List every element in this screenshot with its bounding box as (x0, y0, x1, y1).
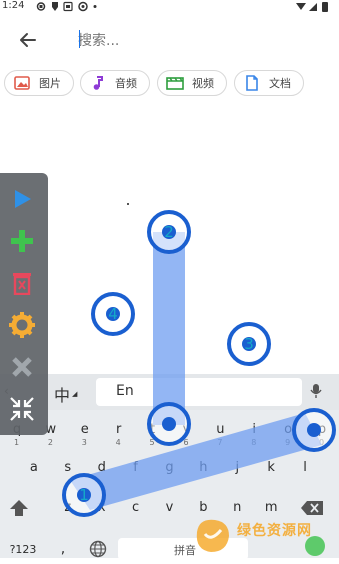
collapse-button[interactable] (6, 393, 38, 425)
lang-english-label: En (116, 383, 134, 399)
key-g[interactable]: g (153, 452, 187, 482)
document-icon (243, 74, 261, 92)
filter-chip-label: 文档 (269, 75, 291, 91)
search-bar (0, 22, 339, 62)
search-input[interactable] (78, 30, 278, 52)
play-icon (11, 188, 33, 210)
status-time: 1:24 (2, 0, 24, 11)
film-icon (166, 74, 184, 92)
filter-chip-video[interactable]: 视频 (157, 70, 227, 96)
key-h[interactable]: h (186, 452, 220, 482)
key-x[interactable]: x (85, 492, 119, 522)
key-hint: 5 (150, 438, 155, 447)
tap-marker-label: 2 (164, 223, 174, 241)
collapse-arrows-icon (9, 396, 35, 422)
tap-marker-4[interactable]: 4 (93, 294, 133, 334)
settings-button[interactable] (6, 309, 38, 341)
close-icon (10, 355, 34, 379)
watermark-text: 绿色资源网 (237, 520, 312, 540)
key-f[interactable]: f (119, 452, 153, 482)
lang-chinese-button[interactable]: 中 (54, 382, 70, 406)
filter-chip-audio[interactable]: 音频 (80, 70, 150, 96)
tap-marker-label: 4 (108, 305, 118, 323)
key-c[interactable]: c (119, 492, 153, 522)
delete-button[interactable] (6, 267, 38, 299)
filter-chip-label: 音频 (115, 75, 137, 91)
add-point-button[interactable] (6, 225, 38, 257)
shift-key[interactable] (8, 498, 30, 522)
tap-marker-3[interactable]: 3 (229, 324, 269, 364)
filter-chip-label: 视频 (192, 75, 214, 91)
watermark: 绿色资源网 (189, 512, 339, 558)
stray-dot (127, 203, 129, 205)
tap-marker-2[interactable]: 2 (149, 212, 189, 252)
key-hint: 8 (251, 438, 256, 447)
keyboard-toolbar: ‹ 中 ◢ En (0, 374, 339, 410)
key-hint: 0 (319, 438, 324, 447)
key-hint: 3 (82, 438, 87, 447)
filter-chip-images[interactable]: 图片 (4, 70, 74, 96)
key-hint: 2 (48, 438, 53, 447)
globe-icon[interactable] (89, 540, 107, 562)
key-hint: 6 (183, 438, 188, 447)
lang-indicator-icon: ◢ (72, 390, 77, 398)
text-caret (79, 30, 80, 48)
key-l[interactable]: l (288, 452, 322, 482)
back-arrow-icon (16, 28, 40, 52)
key-j[interactable]: j (220, 452, 254, 482)
numbers-key[interactable]: ?123 (2, 534, 44, 564)
floating-toolbar (0, 173, 48, 435)
filter-chip-label: 图片 (39, 75, 61, 91)
plus-icon (9, 228, 35, 254)
key-z[interactable]: z (51, 492, 85, 522)
key-s[interactable]: s (51, 452, 85, 482)
status-bar: 1:24 (0, 0, 339, 14)
microphone-icon[interactable] (310, 383, 322, 403)
key-k[interactable]: k (254, 452, 288, 482)
key-hint: 4 (116, 438, 121, 447)
status-right-icons (295, 1, 331, 15)
key-v[interactable]: v (153, 492, 187, 522)
status-notification-icons (36, 1, 116, 12)
comma-key[interactable]: , (50, 534, 76, 564)
trash-icon (11, 271, 33, 295)
play-button[interactable] (6, 183, 38, 215)
gear-icon (8, 311, 36, 339)
tap-marker-label: 3 (244, 335, 254, 353)
key-hint: 7 (217, 438, 222, 447)
music-note-icon (89, 74, 107, 92)
image-icon (13, 74, 31, 92)
key-hint: 1 (14, 438, 19, 447)
key-d[interactable]: d (85, 452, 119, 482)
status-left-icons (36, 1, 116, 15)
back-button[interactable] (16, 28, 40, 52)
key-hint: 9 (285, 438, 290, 447)
close-button[interactable] (6, 351, 38, 383)
status-signal-icons (295, 1, 331, 12)
key-a[interactable]: a (17, 452, 51, 482)
filter-chip-documents[interactable]: 文档 (234, 70, 304, 96)
composition-field[interactable]: En (96, 378, 302, 406)
